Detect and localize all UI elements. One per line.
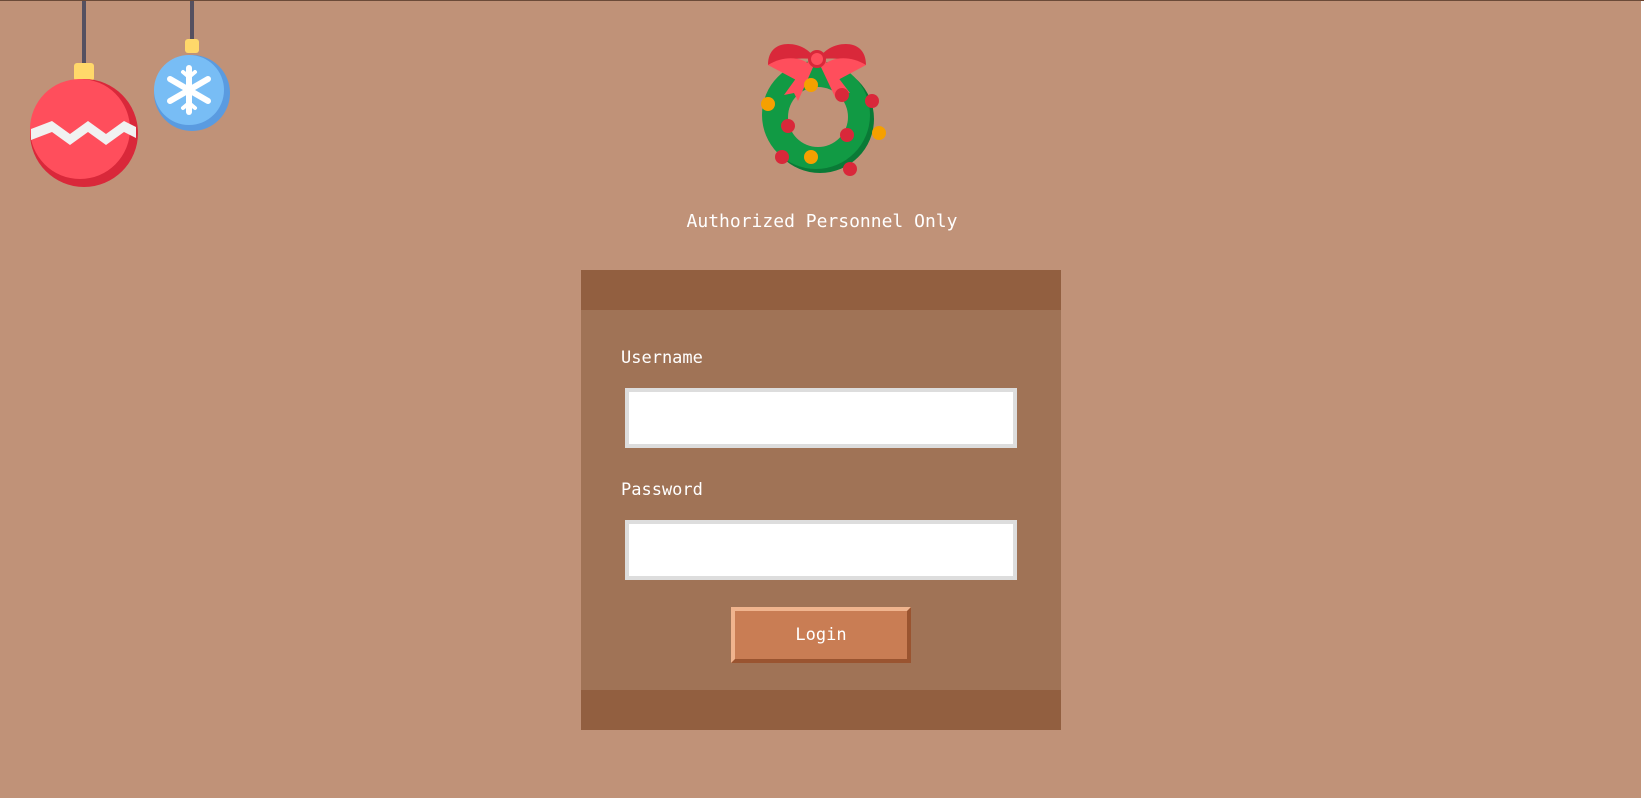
christmas-wreath-icon <box>754 35 888 185</box>
blue-snowflake-ornament-icon <box>150 1 234 135</box>
password-input[interactable] <box>625 520 1017 580</box>
login-panel-header <box>581 270 1061 310</box>
password-label: Password <box>621 480 703 500</box>
page-heading: Authorized Personnel Only <box>686 211 958 232</box>
red-christmas-ornament-icon <box>26 1 142 193</box>
login-button[interactable]: Login <box>731 607 911 663</box>
username-input[interactable] <box>625 388 1017 448</box>
login-panel-footer <box>581 690 1061 730</box>
login-panel: Username Password Login <box>581 270 1061 730</box>
username-label: Username <box>621 348 703 368</box>
